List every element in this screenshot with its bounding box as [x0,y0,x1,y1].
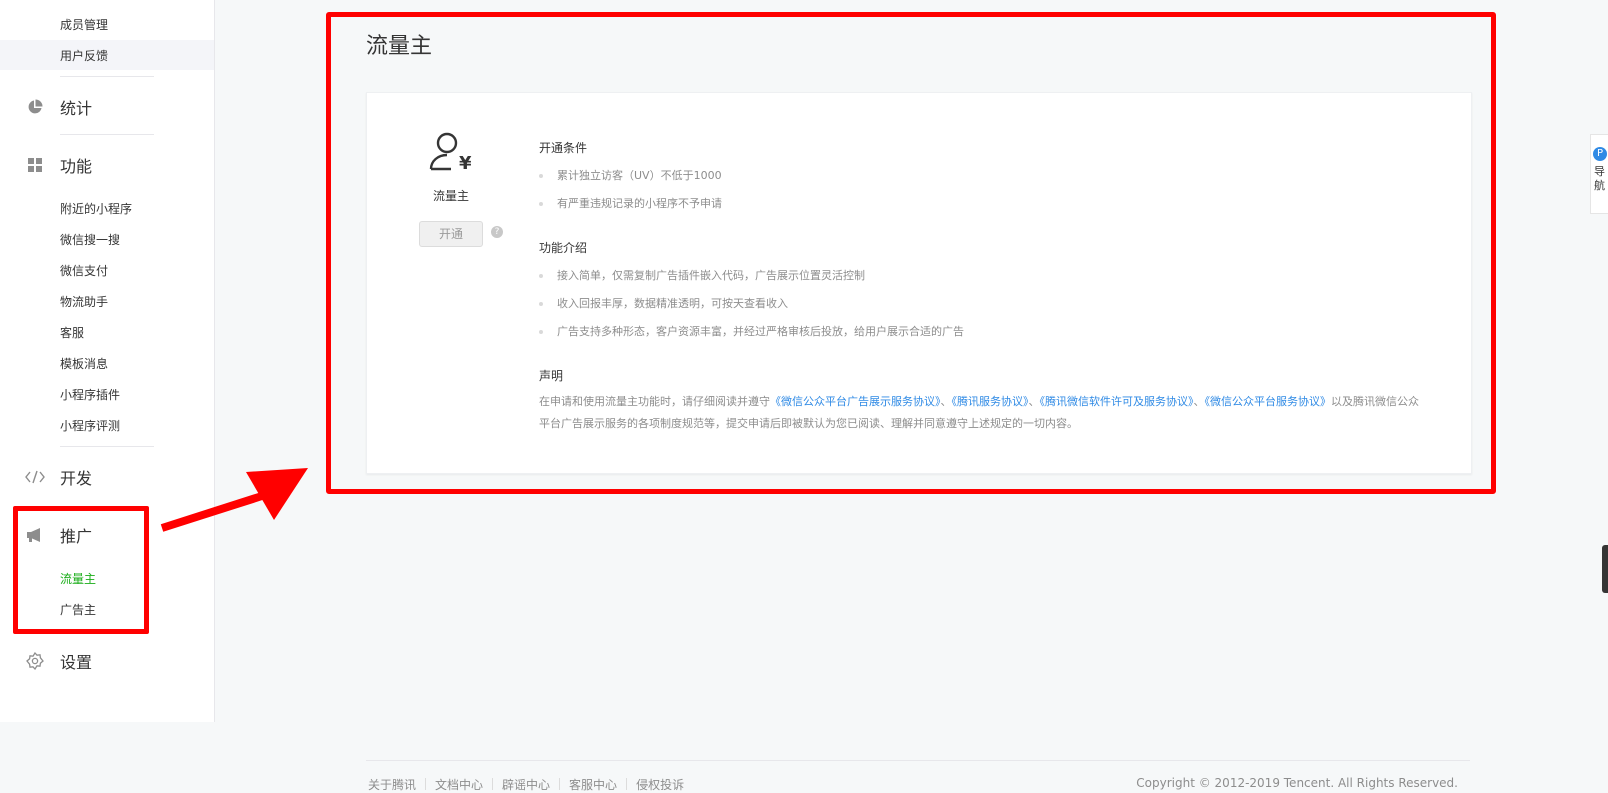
footer-links: 关于腾讯 文档中心 辟谣中心 客服中心 侵权投诉 [368,776,684,793]
sidebar-item-plugin[interactable]: 小程序插件 [60,386,120,403]
sidebar-item-pay[interactable]: 微信支付 [60,262,108,279]
sidebar-item-template[interactable]: 模板消息 [60,355,108,372]
sidebar-group-dev[interactable]: 开发 [24,466,92,488]
footer-link[interactable]: 辟谣中心 [502,776,550,793]
guide-label: 导航 [1594,165,1605,192]
sidebar-group-label: 设置 [60,653,93,672]
sidebar-group-label: 功能 [60,157,93,176]
gear-icon [24,650,46,672]
sidebar-item-members[interactable]: 成员管理 [60,16,108,33]
sidebar-item-logistics[interactable]: 物流助手 [60,293,108,310]
sidebar-divider [60,134,154,135]
footer-link[interactable]: 客服中心 [569,776,617,793]
footer-link[interactable]: 文档中心 [435,776,483,793]
copyright: Copyright © 2012-2019 Tencent. All Right… [1136,776,1458,790]
annotation-box-main [326,12,1496,494]
guide-badge: P [1593,147,1607,161]
sidebar-group-label: 统计 [60,99,93,118]
sidebar-group-features[interactable]: 功能 [24,154,92,176]
sidebar-group-settings[interactable]: 设置 [24,650,92,672]
sidebar-item-service[interactable]: 客服 [60,324,84,341]
annotation-arrow [160,468,308,532]
annotation-box-sidebar [13,506,149,634]
grid-icon [24,154,46,176]
sidebar-item-nearby[interactable]: 附近的小程序 [60,200,132,217]
sidebar-item-search[interactable]: 微信搜一搜 [60,231,120,248]
sidebar-group-stats[interactable]: 统计 [24,96,92,118]
sidebar-item-review[interactable]: 小程序评测 [60,417,120,434]
pie-chart-icon [24,96,46,118]
footer-link[interactable]: 侵权投诉 [636,776,684,793]
sidebar-divider [60,446,154,447]
guide-tab[interactable]: P 导航 [1590,134,1608,214]
code-icon [24,466,46,488]
sidebar-group-label: 开发 [60,469,93,488]
footer-link[interactable]: 关于腾讯 [368,776,416,793]
sidebar-divider [60,76,154,77]
footer-divider [366,760,1470,761]
sidebar-item-feedback[interactable]: 用户反馈 [60,47,108,64]
scroll-handle[interactable] [1602,545,1608,593]
